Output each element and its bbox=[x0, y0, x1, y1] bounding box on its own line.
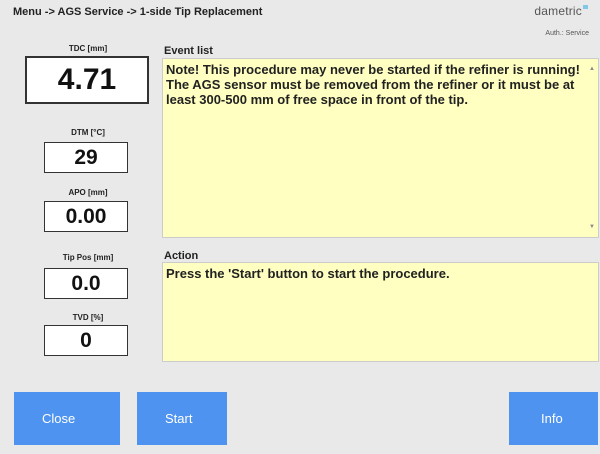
breadcrumb: Menu -> AGS Service -> 1-side Tip Replac… bbox=[13, 6, 263, 18]
start-button[interactable]: Start bbox=[137, 392, 227, 445]
tvd-label: TVD [%] bbox=[72, 313, 104, 322]
tdc-value: 4.71 bbox=[25, 56, 149, 104]
apo-value: 0.00 bbox=[44, 201, 128, 232]
info-button[interactable]: Info bbox=[509, 392, 598, 445]
close-button[interactable]: Close bbox=[14, 392, 120, 445]
event-list-panel[interactable]: Note! This procedure may never be starte… bbox=[162, 58, 599, 238]
event-line: The AGS sensor must be removed from the … bbox=[166, 77, 575, 107]
apo-label: APO [mm] bbox=[68, 188, 108, 197]
brand-logo: dametric bbox=[534, 4, 588, 18]
brand-mark-icon bbox=[583, 5, 588, 9]
title-bar: Menu -> AGS Service -> 1-side Tip Replac… bbox=[0, 0, 600, 22]
tip-pos-value: 0.0 bbox=[44, 268, 128, 299]
tip-pos-label: Tip Pos [mm] bbox=[62, 253, 114, 262]
event-list-title: Event list bbox=[164, 45, 213, 57]
dtm-label: DTM [°C] bbox=[71, 128, 105, 137]
action-title: Action bbox=[164, 250, 199, 262]
tdc-label: TDC [mm] bbox=[68, 44, 108, 53]
tvd-value: 0 bbox=[44, 325, 128, 356]
scroll-down-icon[interactable]: ▼ bbox=[589, 220, 595, 235]
dtm-value: 29 bbox=[44, 142, 128, 173]
action-text: Press the 'Start' button to start the pr… bbox=[166, 266, 450, 281]
brand-name: dametric bbox=[534, 4, 582, 18]
scroll-up-icon[interactable]: ▲ bbox=[589, 62, 595, 77]
action-panel: Press the 'Start' button to start the pr… bbox=[162, 262, 599, 362]
event-line: Note! This procedure may never be starte… bbox=[166, 62, 580, 77]
auth-level: Auth.: Service bbox=[545, 30, 589, 37]
